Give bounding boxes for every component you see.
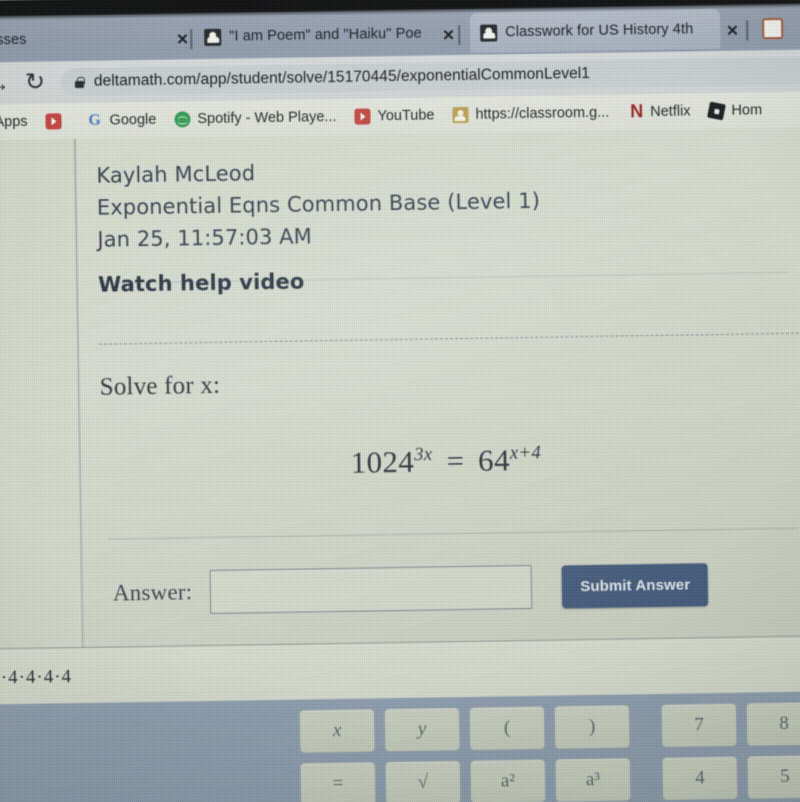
classroom-icon — [204, 28, 222, 46]
browser-tab-poem[interactable]: "I am Poem" and "Haiku" Poe — [204, 13, 435, 57]
bookmark-label: Google — [109, 111, 157, 129]
keypad-key-y[interactable]: y — [383, 707, 461, 753]
watch-help-video-link[interactable]: Watch help video — [98, 261, 798, 296]
netflix-icon: N — [630, 101, 641, 122]
equation-left-base: 1024 — [350, 443, 415, 480]
bookmark-label: https://classroom.g... — [475, 104, 610, 123]
bookmark-youtube[interactable]: YouTube — [345, 102, 443, 130]
answer-input[interactable] — [209, 564, 533, 615]
keypad-key-label: 8 — [779, 712, 789, 735]
bookmark-apps[interactable]: Apps — [0, 109, 37, 136]
bookmark-label: Netflix — [650, 103, 691, 121]
orange-square-icon — [761, 17, 784, 39]
keypad-key-8[interactable]: 8 — [745, 701, 800, 747]
keypad-key-4[interactable]: 4 — [661, 755, 739, 801]
tab-separator — [190, 29, 192, 50]
dashed-divider — [99, 332, 799, 345]
answer-section-rule — [108, 527, 799, 540]
keypad-key-x[interactable]: x — [298, 708, 376, 754]
tab-close-button-poem[interactable]: ✕ — [442, 26, 455, 44]
bookmark-spotify[interactable]: Spotify - Web Playe... — [165, 104, 346, 133]
screenshot-root: Classes ✕ "I am Poem" and "Haiku" Poe ✕ … — [0, 0, 800, 802]
problem-prompt: Solve for x: — [99, 371, 221, 401]
browser-tab-extra[interactable] — [761, 8, 800, 49]
keypad-key-equals[interactable]: = — [299, 761, 377, 802]
keypad-symbol-group: x y ( ) = √ a² a³ — [298, 704, 632, 802]
tab-title: Classwork for US History 4th — [505, 21, 694, 41]
keypad-key-label: x — [332, 719, 342, 742]
problem-header: Kaylah McLeod Exponential Eqns Common Ba… — [96, 150, 798, 296]
bookmark-google[interactable]: G Google — [77, 107, 165, 134]
tab-close-button-classes[interactable]: ✕ — [176, 30, 189, 48]
tab-title: "I am Poem" and "Haiku" Poe — [229, 25, 422, 45]
keypad-key-close-paren[interactable]: ) — [553, 704, 631, 750]
page-left-margin — [0, 139, 83, 671]
url-text: deltamath.com/app/student/solve/15170445… — [93, 64, 591, 90]
math-keypad: x y ( ) = √ a² a³ 7 8 4 5 — [0, 691, 800, 802]
keypad-key-a-squared[interactable]: a² — [469, 758, 547, 802]
reload-button[interactable]: ↻ — [25, 69, 46, 96]
deltamath-page: Kaylah McLeod Exponential Eqns Common Ba… — [0, 127, 800, 802]
equation-right-exponent: x+4 — [509, 442, 542, 464]
bookmark-netflix[interactable]: N Netflix — [618, 98, 700, 125]
keypad-key-label: = — [332, 772, 344, 795]
keypad-key-label: √ — [417, 771, 429, 793]
bookmark-youtube-shortcut[interactable] — [36, 108, 77, 135]
background-strip-text: 4·4·4·4·4 — [0, 666, 73, 689]
equation-relation: = — [446, 443, 465, 479]
bookmark-label: YouTube — [377, 107, 435, 125]
keypad-key-sqrt[interactable]: √ — [384, 760, 462, 802]
spotify-icon — [174, 111, 191, 128]
google-icon: G — [88, 111, 101, 129]
keypad-key-7[interactable]: 7 — [660, 702, 738, 748]
keypad-key-label: a³ — [585, 768, 601, 791]
classroom-icon — [452, 106, 469, 124]
bookmark-label: Spotify - Web Playe... — [197, 108, 337, 128]
equation-right-base: 64 — [477, 442, 511, 478]
answer-row: Answer: Submit Answer — [113, 556, 800, 621]
tab-separator — [458, 25, 460, 46]
keypad-key-label: 4 — [695, 767, 705, 789]
browser-tab-classwork[interactable]: Classwork for US History 4th — [469, 8, 721, 53]
bookmark-roblox[interactable]: Hom — [699, 97, 771, 124]
youtube-icon — [45, 113, 62, 130]
keypad-key-open-paren[interactable]: ( — [468, 705, 546, 751]
keypad-key-label: ( — [503, 717, 511, 739]
lock-icon — [75, 76, 84, 87]
youtube-icon — [354, 108, 371, 125]
submit-answer-button[interactable]: Submit Answer — [561, 562, 709, 608]
address-bar[interactable]: deltamath.com/app/student/solve/15170445… — [60, 56, 800, 97]
keypad-key-5[interactable]: 5 — [746, 754, 800, 800]
browser-tab-classes[interactable]: Classes — [0, 18, 175, 61]
roblox-icon — [707, 101, 726, 121]
keypad-key-label: a² — [500, 770, 516, 792]
bookmark-label: Apps — [0, 113, 28, 131]
classroom-icon — [480, 23, 498, 42]
keypad-key-a-cubed[interactable]: a³ — [554, 757, 632, 802]
tab-close-button-classwork[interactable]: ✕ — [726, 22, 739, 40]
keypad-key-label: ) — [588, 715, 596, 738]
tab-title: Classes — [0, 31, 27, 49]
bookmark-label: Hom — [731, 102, 763, 119]
tab-separator — [746, 20, 748, 41]
forward-button[interactable]: → — [0, 70, 10, 96]
keypad-key-label: 5 — [779, 765, 790, 788]
bookmark-classroom[interactable]: https://classroom.g... — [443, 100, 618, 129]
keypad-key-label: 7 — [694, 714, 705, 736]
equation-display: 10243x = 64x+4 — [101, 438, 791, 485]
keypad-key-label: y — [417, 718, 427, 740]
keypad-number-group: 7 8 4 5 — [660, 701, 800, 801]
equation-left-exponent: 3x — [413, 444, 433, 466]
answer-label: Answer: — [112, 579, 193, 606]
